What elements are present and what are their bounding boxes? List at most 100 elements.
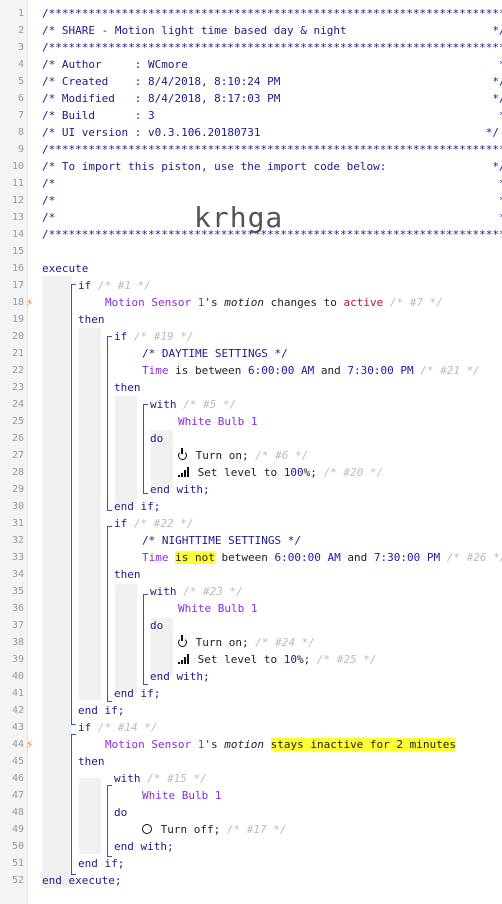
device-name[interactable]: White Bulb 1	[142, 787, 221, 804]
device-name[interactable]: White Bulb 1	[178, 600, 257, 617]
command-set-level[interactable]: Set level to	[198, 653, 284, 666]
possessive: 's	[204, 296, 225, 309]
end-time: 7:30:00 PM	[347, 364, 414, 377]
end-with-keyword: end with;	[114, 840, 174, 853]
if-keyword[interactable]: if	[78, 721, 91, 734]
is-not-highlight: is not	[175, 551, 215, 564]
code-line: White Bulb 1	[0, 787, 502, 804]
code-line: /* NIGHTTIME SETTINGS */	[0, 532, 502, 549]
device-name[interactable]: Motion Sensor 1	[105, 738, 204, 751]
code-line: White Bulb 1	[0, 600, 502, 617]
code-line: /* Created : 8/4/2018, 8:10:24 PM */	[0, 73, 502, 90]
do-keyword[interactable]: do	[114, 804, 127, 821]
device-name[interactable]: White Bulb 1	[178, 413, 257, 430]
statement-id: /* #24 */	[255, 636, 315, 649]
statement-id: /* #17 */	[226, 823, 287, 836]
statement-id: /* #25 */	[316, 653, 377, 666]
code-line: White Bulb 1	[0, 413, 502, 430]
statement-id: /* #19 */	[133, 330, 194, 343]
statement-id: /* #21 */	[420, 364, 480, 377]
code-line: /* UI version : v0.3.106.20180731 */	[0, 124, 502, 141]
with-keyword[interactable]: with	[150, 585, 177, 598]
line-number: 15	[11, 246, 24, 257]
comparison: is between	[168, 364, 248, 377]
code-line: end execute;	[0, 872, 502, 889]
execute-keyword[interactable]: execute	[42, 260, 88, 277]
code-line: end if;	[0, 498, 502, 515]
end-if-keyword: end if;	[114, 687, 161, 700]
code-line: end if;	[0, 702, 502, 719]
then-keyword[interactable]: then	[78, 753, 105, 770]
start-time: 6:00:00 AM	[274, 551, 341, 564]
lightning-bolt-icon: ⚡	[26, 295, 34, 309]
signal-bars-icon	[178, 654, 190, 664]
statement-id: /* #7 */	[389, 296, 443, 309]
header-author: /* Author : WCmore */	[42, 58, 502, 71]
code-line: Turn on; /* #24 */	[0, 634, 502, 651]
code-line: /***************************************…	[0, 141, 502, 158]
code-line: execute	[0, 260, 502, 277]
code-line: /* Author : WCmore */	[0, 56, 502, 73]
command-turn-off[interactable]: Turn off;	[161, 823, 221, 836]
code-line: /* To import this piston, use the import…	[0, 158, 502, 175]
end-if-keyword: end if;	[78, 857, 125, 870]
device-name[interactable]: Motion Sensor 1	[105, 296, 204, 309]
end-with-keyword: end with;	[150, 670, 210, 683]
code-line: Time is between 6:00:00 AM and 7:30:00 P…	[0, 362, 502, 379]
code-line: if /* #1 */	[0, 277, 502, 294]
header-border: /***************************************…	[42, 143, 502, 156]
header-border: /***************************************…	[42, 7, 502, 20]
code-line: do	[0, 804, 502, 821]
time-operand[interactable]: Time	[142, 551, 169, 564]
command-turn-on[interactable]: Turn on;	[196, 449, 249, 462]
code-line: if /* #14 */	[0, 719, 502, 736]
with-keyword[interactable]: with	[114, 772, 141, 785]
time-operand[interactable]: Time	[142, 364, 169, 377]
statement-id: /* #22 */	[133, 517, 194, 530]
code-line: end with;	[0, 838, 502, 855]
code-line: Set level to 10%; /* #25 */	[0, 651, 502, 668]
if-keyword[interactable]: if	[114, 517, 127, 530]
header-blank: /* */	[42, 177, 502, 190]
code-line: Turn off; /* #17 */	[0, 821, 502, 838]
code-line: Time is not between 6:00:00 AM and 7:30:…	[0, 549, 502, 566]
code-line: then	[0, 311, 502, 328]
power-icon	[178, 448, 187, 460]
code-line: /* DAYTIME SETTINGS */	[0, 345, 502, 362]
lightning-bolt-icon: ⚡	[26, 737, 34, 751]
code-line: if /* #22 */	[0, 515, 502, 532]
then-keyword[interactable]: then	[78, 311, 105, 328]
end-if-keyword: end if;	[78, 704, 125, 717]
header-modified: /* Modified : 8/4/2018, 8:17:03 PM */	[42, 92, 502, 105]
comparison: between	[214, 551, 275, 564]
code-line: ⚡ Motion Sensor 1's motion changes to ac…	[0, 294, 502, 311]
attribute-name: motion	[224, 738, 264, 751]
statement-id: /* #14 */	[97, 721, 158, 734]
code-line: /* SHARE - Motion light time based day &…	[0, 22, 502, 39]
code-line: end with;	[0, 668, 502, 685]
statement-id: /* #15 */	[147, 772, 207, 785]
end-time: 7:30:00 PM	[373, 551, 441, 564]
possessive: 's	[204, 738, 225, 751]
header-border: /***************************************…	[42, 41, 502, 54]
code-line: /* Modified : 8/4/2018, 8:17:03 PM */	[0, 90, 502, 107]
command-turn-on[interactable]: Turn on;	[196, 636, 249, 649]
header-build: /* Build : 3 */	[42, 109, 502, 122]
do-keyword[interactable]: do	[150, 430, 163, 447]
then-keyword[interactable]: then	[114, 379, 141, 396]
code-line: ⚡ Motion Sensor 1's motion stays inactiv…	[0, 736, 502, 753]
command-set-level[interactable]: Set level to	[198, 466, 284, 479]
code-line: then	[0, 379, 502, 396]
header-created: /* Created : 8/4/2018, 8:10:24 PM */	[42, 75, 502, 88]
header-title: /* SHARE - Motion light time based day &…	[42, 24, 502, 37]
code-line: end with;	[0, 481, 502, 498]
code-line: with /* #5 */	[0, 396, 502, 413]
then-keyword[interactable]: then	[114, 566, 141, 583]
do-keyword[interactable]: do	[150, 617, 163, 634]
if-keyword[interactable]: if	[78, 279, 91, 292]
with-keyword[interactable]: with	[150, 398, 177, 411]
code-line: Turn on; /* #6 */	[0, 447, 502, 464]
if-keyword[interactable]: if	[114, 330, 127, 343]
code-line: if /* #19 */	[0, 328, 502, 345]
statement-id: /* #6 */	[255, 449, 309, 462]
